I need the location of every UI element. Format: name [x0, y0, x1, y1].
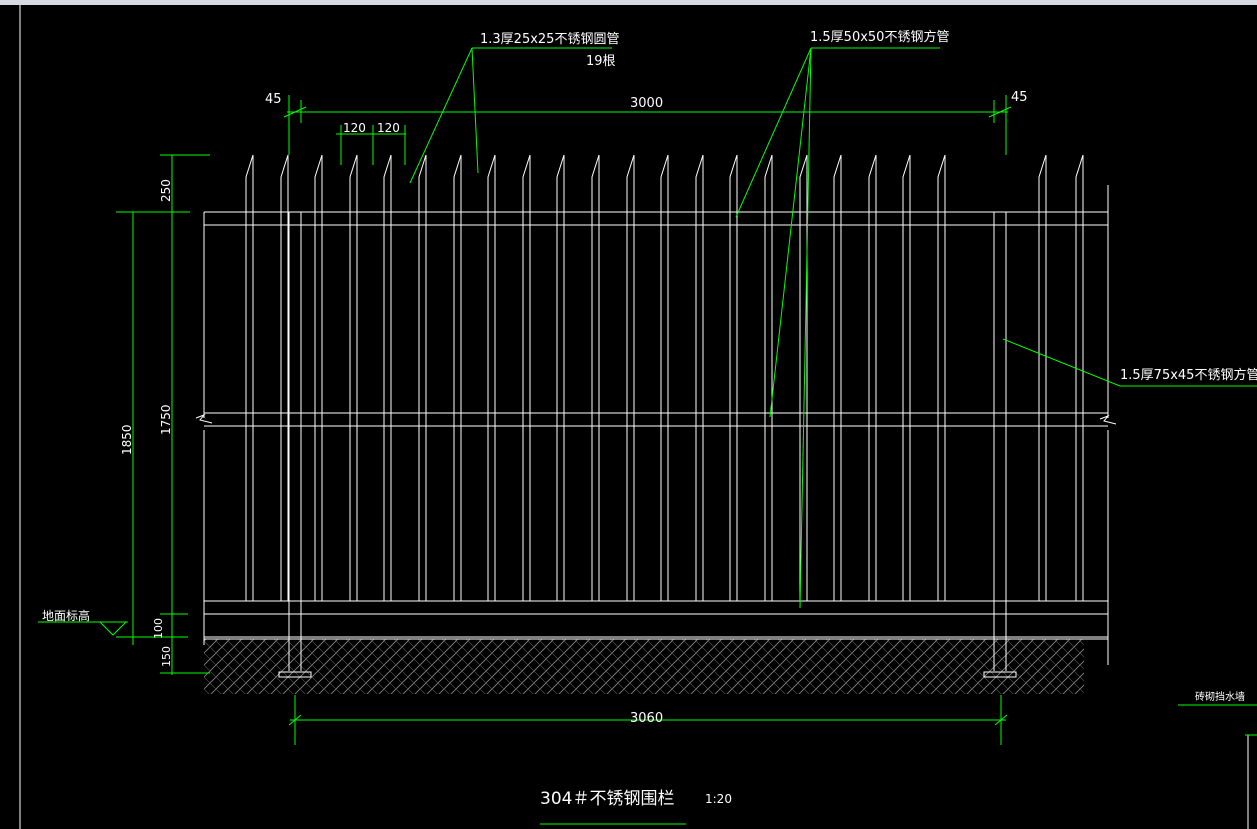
picket — [695, 154, 704, 601]
dim-spacing-b: 120 — [377, 121, 400, 135]
picket — [453, 154, 462, 601]
picket — [626, 154, 635, 601]
picket — [729, 154, 738, 601]
picket — [1075, 154, 1084, 601]
rails — [195, 185, 1117, 665]
picket — [937, 154, 946, 601]
drawing-title: 304＃不锈钢围栏 — [540, 789, 674, 809]
ground-level-label: 地面标高 — [42, 608, 90, 623]
round-pipe-count: 19根 — [586, 54, 616, 69]
ground-hatch — [204, 639, 1084, 694]
pickets — [245, 154, 1084, 601]
picket — [764, 154, 773, 601]
cad-drawing-canvas[interactable]: 1.3厚25x25不锈钢圆管 19根 1.5厚50x50不锈钢方管 1.5厚75… — [0, 5, 1257, 829]
dim-right-offset: 45 — [1011, 90, 1028, 105]
picket — [418, 154, 427, 601]
posts — [278, 212, 1017, 678]
dim-footing: 150 — [160, 646, 173, 667]
post-pipe-callout: 1.5厚75x45不锈钢方管 — [1120, 367, 1257, 383]
picket — [383, 154, 392, 601]
picket — [349, 154, 358, 601]
dimension-lines — [38, 47, 1257, 825]
square-pipe-callout: 1.5厚50x50不锈钢方管 — [810, 29, 949, 45]
round-pipe-callout: 1.3厚25x25不锈钢圆管 — [480, 32, 619, 47]
dim-spacing-a: 120 — [343, 121, 366, 135]
dim-panel-height: 1750 — [159, 404, 173, 435]
picket — [868, 154, 877, 601]
picket — [487, 154, 496, 601]
picket — [833, 154, 842, 601]
dim-top-spike: 250 — [159, 179, 173, 202]
side-note: 砖砌挡水墙 — [1195, 690, 1245, 703]
dim-span: 3000 — [630, 96, 663, 111]
picket — [902, 154, 911, 601]
picket — [660, 154, 669, 601]
picket — [522, 154, 531, 601]
dim-base: 100 — [152, 618, 165, 639]
picket — [556, 154, 565, 601]
dim-left-offset: 45 — [265, 92, 282, 107]
dim-total-height: 1850 — [120, 424, 134, 455]
picket — [280, 154, 289, 601]
picket — [314, 154, 323, 601]
drawing-scale: 1:20 — [705, 792, 732, 806]
picket — [1038, 154, 1047, 601]
picket — [591, 154, 600, 601]
dim-total-width: 3060 — [630, 711, 663, 726]
picket — [245, 154, 254, 601]
